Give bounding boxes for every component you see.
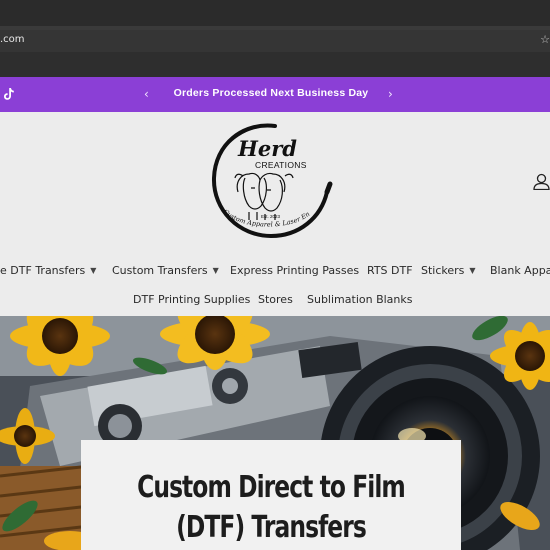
announcement-message: Orders Processed Next Business Day [173,87,369,99]
logo-creations-text: CREATIONS [255,160,307,170]
logo-est-text: Est. 2023 [261,214,281,219]
main-nav-row-1: gle DTF Transfers▼ Custom Transfers▼ Exp… [0,264,550,284]
herd-creations-logo[interactable]: Herd CREATIONS Est. 2023 Custom Apparel … [205,118,335,242]
nav-item-express-printing-passes[interactable]: Express Printing Passes [230,264,359,277]
hero-heading: Custom Direct to Film (DTF) Transfers [137,470,406,545]
announcement-bar: ‹ Orders Processed Next Business Day › [0,77,550,112]
browser-toolbar-gap [0,52,550,77]
chevron-down-icon: ▼ [469,266,476,275]
nav-item-blank-apparel[interactable]: Blank Appar [490,264,550,277]
nav-item-stores[interactable]: Stores [258,293,293,306]
chevron-right-icon[interactable]: › [388,86,393,102]
nav-item-sublimation-blanks[interactable]: Sublimation Blanks [307,293,413,306]
nav-item-single-dtf-transfers[interactable]: gle DTF Transfers▼ [0,264,96,277]
svg-text:Custom Apparel & Laser Engravi: Custom Apparel & Laser Engraving [205,118,311,229]
address-bar-url[interactable]: .com [0,34,25,45]
nav-item-stickers[interactable]: Stickers ▼ [421,264,476,277]
address-bar[interactable]: .com ☆ [0,30,550,52]
chevron-down-icon: ▼ [212,266,219,275]
nav-item-rts-dtf[interactable]: RTS DTF [367,264,413,277]
nav-item-dtf-printing-supplies[interactable]: DTF Printing Supplies [133,293,250,306]
main-nav-row-2: DTF Printing Supplies Stores Sublimation… [0,293,550,313]
chevron-down-icon: ▼ [90,266,97,275]
browser-tab-bar [0,0,550,26]
star-icon[interactable]: ☆ [540,33,550,46]
logo-script-text: Herd [237,136,297,161]
hero-content-card: Custom Direct to Film (DTF) Transfers [81,440,461,550]
user-icon[interactable] [533,173,550,190]
nav-item-custom-transfers[interactable]: Custom Transfers ▼ [112,264,219,277]
site-header: Herd CREATIONS Est. 2023 Custom Apparel … [0,112,550,316]
logo-tagline-text: Custom Apparel & Laser Engraving [205,118,311,229]
